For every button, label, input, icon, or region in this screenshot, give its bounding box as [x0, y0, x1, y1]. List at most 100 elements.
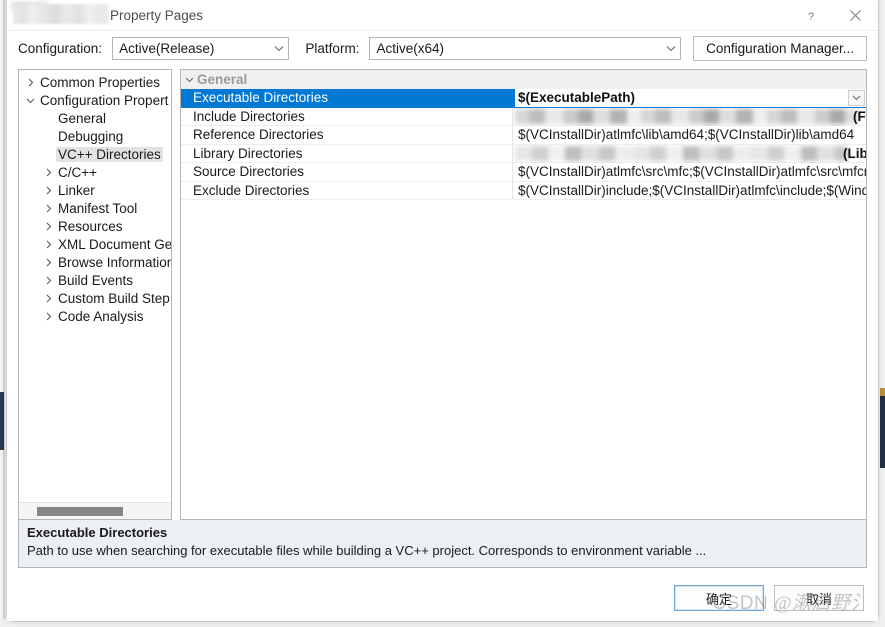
property-name: Exclude Directories — [181, 181, 513, 199]
chevron-down-icon — [661, 38, 680, 59]
property-rows-container: Executable Directories $(ExecutablePath) I… — [181, 89, 866, 519]
dialog-title-bar: Property Pages ? — [7, 0, 878, 31]
tree-expander-toggle[interactable] — [23, 78, 38, 87]
property-row[interactable]: Include Directories (Framewo — [181, 107, 866, 126]
property-row[interactable]: Library Directories (Libra — [181, 144, 866, 163]
configuration-manager-button[interactable]: Configuration Manager... — [693, 35, 867, 61]
chevron-right-icon — [46, 276, 52, 284]
property-row[interactable]: Source Directories $(VCInstallDir)atlmfc\… — [181, 163, 866, 182]
tree-expander-toggle[interactable] — [23, 96, 38, 105]
dialog-footer: 确定 取消 CSDN @漱启野氵 — [7, 575, 878, 621]
tree-item-label: Browse Information — [58, 254, 171, 270]
property-category-tree: Common Properties Configuration Propert Ge… — [18, 69, 172, 520]
tree-item-code-analysis[interactable]: Code Analysis — [19, 307, 171, 325]
tree-scroll-area[interactable]: Common Properties Configuration Propert Ge… — [19, 70, 171, 502]
tree-item-label: General — [58, 110, 107, 126]
chevron-right-icon — [46, 294, 52, 302]
chevron-right-icon — [28, 78, 34, 86]
tree-item-common-properties[interactable]: Common Properties — [19, 73, 171, 91]
tree-item-label: Manifest Tool — [58, 200, 138, 216]
property-value[interactable]: $(VCInstallDir)atlmfc\lib\amd64;$(VCInst… — [513, 126, 866, 144]
description-pane: Executable Directories Path to use when … — [18, 520, 867, 568]
chevron-right-icon — [46, 168, 52, 176]
redaction-blur-overlay — [515, 145, 848, 161]
tree-item-xml-document-ge[interactable]: XML Document Ge — [19, 235, 171, 253]
property-value-redacted[interactable]: (Libra — [513, 145, 866, 163]
scrollbar-thumb[interactable] — [37, 507, 123, 516]
close-button[interactable] — [833, 0, 878, 31]
ok-button[interactable]: 确定 — [674, 585, 764, 611]
tree-item-label: Common Properties — [40, 74, 161, 90]
tree-expander-toggle[interactable] — [41, 222, 56, 231]
dialog-body: Common Properties Configuration Propert Ge… — [7, 65, 878, 520]
tree-item-c-c[interactable]: C/C++ — [19, 163, 171, 181]
property-name: Executable Directories — [181, 89, 513, 107]
svg-text:?: ? — [807, 11, 813, 22]
property-value[interactable]: $(VCInstallDir)include;$(VCInstallDir)at… — [513, 182, 866, 200]
platform-dropdown[interactable]: Active(x64) — [369, 36, 682, 60]
platform-dropdown-value: Active(x64) — [376, 40, 444, 56]
chevron-right-icon — [46, 240, 52, 248]
background-accent-bar-left — [0, 392, 4, 450]
tree-item-debugging[interactable]: Debugging — [19, 127, 171, 145]
tree-item-custom-build-step[interactable]: Custom Build Step — [19, 289, 171, 307]
property-group-header[interactable]: General — [181, 70, 866, 89]
tree-expander-toggle[interactable] — [41, 204, 56, 213]
chevron-down-icon — [852, 95, 861, 101]
tree-expander-toggle[interactable] — [41, 168, 56, 177]
property-value-visible-tail: (Framewo — [853, 108, 866, 124]
tree-expander-toggle[interactable] — [41, 294, 56, 303]
configuration-dropdown-value: Active(Release) — [119, 40, 215, 56]
property-value-dropdown-button[interactable] — [848, 90, 865, 106]
property-value[interactable]: $(ExecutablePath) — [513, 89, 866, 107]
cancel-button[interactable]: 取消 — [774, 585, 864, 611]
tree-expander-toggle[interactable] — [41, 258, 56, 267]
tree-expander-toggle[interactable] — [41, 276, 56, 285]
dialog-title: Property Pages — [110, 8, 204, 23]
chevron-right-icon — [46, 186, 52, 194]
tree-horizontal-scrollbar[interactable] — [19, 502, 171, 519]
question-mark-icon: ? — [807, 11, 813, 22]
property-value[interactable]: $(VCInstallDir)atlmfc\src\mfc;$(VCInstal… — [513, 163, 866, 181]
window-controls: ? — [788, 0, 878, 31]
tree-item-browse-information[interactable]: Browse Information — [19, 253, 171, 271]
chevron-right-icon — [46, 222, 52, 230]
background-accent-bar-right — [880, 396, 885, 468]
tree-item-build-events[interactable]: Build Events — [19, 271, 171, 289]
property-name: Include Directories — [181, 107, 513, 125]
tree-item-manifest-tool[interactable]: Manifest Tool — [19, 199, 171, 217]
chevron-down-icon — [26, 98, 35, 103]
property-row[interactable]: Exclude Directories $(VCInstallDir)includ… — [181, 181, 866, 200]
tree-item-linker[interactable]: Linker — [19, 181, 171, 199]
tree-expander-toggle[interactable] — [41, 240, 56, 249]
tree-item-label: C/C++ — [58, 164, 98, 180]
tree-item-label: XML Document Ge — [58, 236, 171, 252]
tree-item-vc-directories[interactable]: VC++ Directories — [19, 145, 171, 163]
chevron-right-icon — [46, 204, 52, 212]
tree-item-label: VC++ Directories — [56, 146, 163, 162]
tree-item-general[interactable]: General — [19, 109, 171, 127]
property-row[interactable]: Executable Directories $(ExecutablePath) — [181, 89, 866, 108]
description-pane-wrapper: Executable Directories Path to use when … — [7, 520, 878, 575]
tree-item-configuration-propert[interactable]: Configuration Propert — [19, 91, 171, 109]
property-value-redacted[interactable]: (Framewo — [513, 108, 866, 126]
tree-expander-toggle[interactable] — [41, 312, 56, 321]
chevron-down-icon — [181, 77, 197, 83]
property-value-visible-tail: (Libra — [843, 145, 866, 161]
tree-item-resources[interactable]: Resources — [19, 217, 171, 235]
configuration-dropdown[interactable]: Active(Release) — [112, 36, 290, 60]
tree-expander-toggle[interactable] — [41, 186, 56, 195]
screenshot-root: Property Pages ? Configuration: Active(R… — [0, 0, 885, 627]
help-button[interactable]: ? — [788, 0, 833, 31]
tree-item-label: Resources — [58, 218, 123, 234]
tree-item-label: Debugging — [58, 128, 124, 144]
background-accent-bar-right-gold — [880, 388, 885, 396]
property-name: Reference Directories — [181, 126, 513, 144]
property-row[interactable]: Reference Directories $(VCInstallDir)atlm… — [181, 126, 866, 145]
configuration-label: Configuration: — [18, 40, 103, 56]
property-pages-dialog: Property Pages ? Configuration: Active(R… — [6, 0, 879, 622]
tree-item-label: Build Events — [58, 272, 134, 288]
description-text: Path to use when searching for executabl… — [27, 543, 707, 558]
chevron-right-icon — [46, 312, 52, 320]
tree-item-label: Custom Build Step — [58, 290, 170, 306]
